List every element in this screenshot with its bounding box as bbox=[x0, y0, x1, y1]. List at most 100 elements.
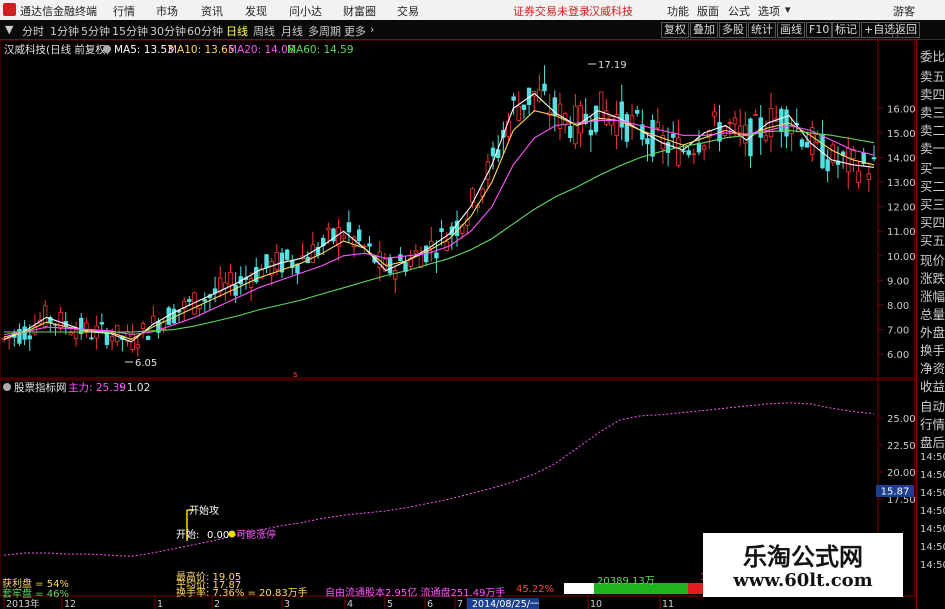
candle-body bbox=[398, 254, 403, 261]
indicator-name: 股票指标网 bbox=[14, 381, 67, 394]
app-title: 通达信金融终端 bbox=[20, 5, 97, 18]
rp-after-hours[interactable]: 盘后 bbox=[920, 432, 945, 451]
price-tick-label: 14.00 bbox=[887, 153, 916, 164]
date-label: 12 bbox=[64, 599, 76, 609]
rp-bid2: 买二 bbox=[920, 179, 945, 194]
rp-ask5: 卖五 bbox=[920, 69, 945, 84]
candle-body bbox=[516, 105, 521, 121]
period-more[interactable]: 更多 bbox=[344, 23, 366, 39]
more-arrow-icon[interactable]: › bbox=[370, 23, 374, 36]
price-tick-label: 10.00 bbox=[887, 252, 916, 263]
rp-ask4: 卖四 bbox=[920, 87, 945, 102]
multi-stock-button[interactable]: 多股 bbox=[719, 22, 747, 38]
candle-body bbox=[871, 157, 877, 160]
ma20-line bbox=[3, 120, 875, 336]
ma-settings-icon[interactable] bbox=[103, 45, 111, 53]
kline-chart[interactable]: 汉威科技(日线 前复权) MA5: 13.53 MA10: 13.65 MA20… bbox=[0, 40, 916, 609]
candle-body bbox=[248, 278, 254, 288]
menu-function[interactable]: 功能 bbox=[667, 3, 689, 19]
signal-marker: s bbox=[293, 370, 298, 380]
menu-options[interactable]: 选项 bbox=[758, 3, 780, 19]
candle-body bbox=[434, 252, 439, 259]
period-daily[interactable]: 日线 bbox=[226, 23, 248, 39]
chevron-down-icon[interactable]: ▾ bbox=[785, 3, 791, 16]
candle-body bbox=[686, 150, 691, 156]
candle-body bbox=[367, 243, 372, 247]
rp-outer-volume: 外盘 bbox=[920, 325, 945, 340]
candle-body bbox=[578, 105, 583, 134]
period-monthly[interactable]: 月线 bbox=[281, 23, 303, 39]
price-panel-frame bbox=[0, 40, 916, 379]
main-force-legend: 主力: 25.39 bbox=[68, 381, 126, 394]
f10-button[interactable]: F10 bbox=[806, 22, 833, 38]
high-label: 17.19 bbox=[598, 60, 627, 71]
period-1min[interactable]: 1分钟 bbox=[50, 23, 79, 39]
login-status[interactable]: 证券交易未登录 bbox=[513, 3, 590, 19]
menu-wealth-circle[interactable]: 财富圈 bbox=[343, 3, 376, 19]
ma5-legend: MA5: 13.53 bbox=[114, 44, 174, 56]
signal-dot-icon bbox=[228, 530, 236, 538]
candle-body bbox=[696, 142, 702, 153]
candle-body bbox=[799, 139, 805, 147]
candle-body bbox=[712, 111, 717, 117]
menu-formula[interactable]: 公式 bbox=[728, 3, 750, 19]
mark-button[interactable]: 标记 bbox=[832, 22, 860, 38]
candle-body bbox=[763, 135, 769, 141]
rp-time-4: 14:50 bbox=[920, 506, 945, 517]
candle-body bbox=[727, 122, 733, 124]
candle-body bbox=[140, 323, 146, 329]
rp-auto[interactable]: 自动 bbox=[920, 396, 945, 415]
menu-wenxiaoda[interactable]: 问小达 bbox=[289, 3, 322, 19]
price-tick-label: 8.00 bbox=[887, 301, 909, 312]
rp-bid1: 买一 bbox=[920, 161, 945, 176]
menu-trade[interactable]: 交易 bbox=[397, 3, 419, 19]
statistics-button[interactable]: 统计 bbox=[748, 22, 776, 38]
amount-stat: 20389.13万 bbox=[597, 576, 655, 587]
menu-discover[interactable]: 发现 bbox=[245, 3, 267, 19]
menu-quotes[interactable]: 行情 bbox=[113, 3, 135, 19]
candle-body bbox=[284, 249, 290, 260]
indicator-extra-value: : 1.02 bbox=[120, 382, 150, 394]
indicator-settings-icon[interactable] bbox=[3, 383, 11, 391]
candle-body bbox=[264, 254, 269, 268]
candle-body bbox=[326, 227, 331, 231]
period-5min[interactable]: 5分钟 bbox=[81, 23, 110, 39]
menu-market[interactable]: 市场 bbox=[156, 3, 178, 19]
watermark-title: 乐淘公式网 bbox=[743, 543, 863, 571]
period-weekly[interactable]: 周线 bbox=[253, 23, 275, 39]
watermark-url: www.60lt.com bbox=[733, 570, 873, 591]
candle-body bbox=[89, 337, 94, 340]
candle-body bbox=[27, 335, 32, 340]
candle-body bbox=[691, 153, 697, 156]
period-intraday[interactable]: 分时 bbox=[22, 23, 44, 39]
price-tick-label: 7.00 bbox=[887, 326, 909, 337]
draw-line-button[interactable]: 画线 bbox=[777, 22, 805, 38]
period-multi[interactable]: 多周期 bbox=[308, 23, 341, 39]
adjust-button[interactable]: 复权 bbox=[661, 22, 689, 38]
candle-body bbox=[68, 332, 74, 336]
ma10-legend: MA10: 13.65 bbox=[168, 44, 235, 56]
guest-login[interactable]: 游客 bbox=[893, 3, 915, 19]
dropdown-icon[interactable]: ▼ bbox=[5, 23, 13, 36]
menu-news[interactable]: 资讯 bbox=[201, 3, 223, 19]
candle-body bbox=[228, 272, 233, 286]
overlay-button[interactable]: 叠加 bbox=[690, 22, 718, 38]
start-attack-label: 开始攻 bbox=[189, 504, 219, 517]
rp-quotes[interactable]: 行情 bbox=[920, 414, 945, 433]
price-tick-label: 13.00 bbox=[887, 178, 916, 189]
quote-side-panel: 委比 卖五 卖四 卖三 卖二 卖一 买一 买二 买三 买四 买五 现价 涨跌 涨… bbox=[916, 40, 945, 609]
period-30min[interactable]: 30分钟 bbox=[150, 23, 186, 39]
menu-layout[interactable]: 版面 bbox=[697, 3, 719, 19]
candle-body bbox=[310, 244, 316, 263]
candle-body bbox=[202, 299, 207, 302]
ma20-legend: MA20: 14.08 bbox=[228, 44, 295, 56]
rp-ask1: 卖一 bbox=[920, 141, 945, 156]
date-label: 11 bbox=[662, 599, 674, 609]
candle-body bbox=[804, 141, 810, 148]
period-toolbar: ▼ 分时 1分钟 5分钟 15分钟 30分钟 60分钟 日线 周线 月线 多周期… bbox=[0, 20, 945, 40]
rp-time-6: 14:50 bbox=[920, 542, 945, 553]
period-60min[interactable]: 60分钟 bbox=[187, 23, 223, 39]
candle-body bbox=[542, 83, 547, 92]
period-15min[interactable]: 15分钟 bbox=[112, 23, 148, 39]
back-button[interactable]: 返回 bbox=[892, 22, 920, 38]
